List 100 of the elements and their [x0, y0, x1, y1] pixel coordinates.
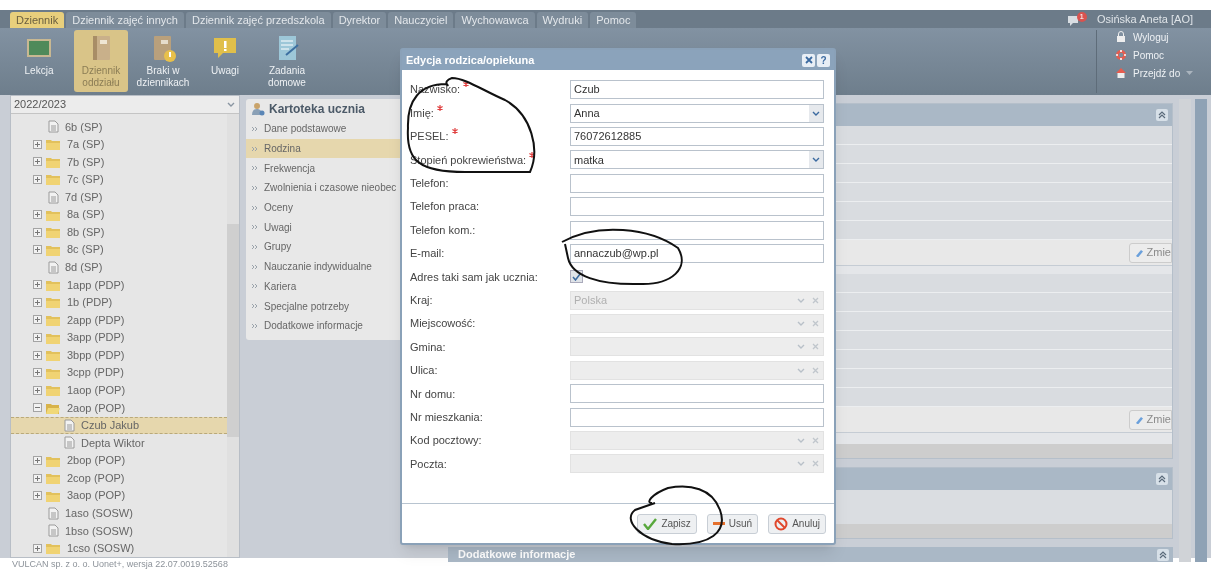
dialog-button[interactable]: Zapisz: [637, 513, 697, 534]
tab[interactable]: Wychowawca: [455, 12, 535, 28]
expand-toggle-icon[interactable]: [33, 297, 42, 307]
year-select[interactable]: 2022/2023: [11, 96, 239, 114]
tree-item[interactable]: 7a (SP): [11, 135, 227, 154]
input-field[interactable]: annaczub@wp.pl: [570, 243, 824, 263]
collapse-button[interactable]: [1157, 548, 1169, 561]
expand-toggle-icon[interactable]: [33, 157, 42, 167]
collapse-button[interactable]: [1156, 473, 1168, 485]
scrollbar[interactable]: [1179, 99, 1191, 562]
tree-item[interactable]: Depta Wiktor: [11, 434, 227, 452]
tree-item[interactable]: 7c (SP): [11, 170, 227, 189]
input-field[interactable]: [570, 384, 824, 404]
dropdown-button[interactable]: [809, 104, 823, 122]
expand-toggle-icon[interactable]: [33, 315, 42, 325]
input-field[interactable]: [570, 220, 824, 240]
dialog-button[interactable]: Anuluj: [768, 513, 826, 534]
tree-item[interactable]: 2aop (POP): [11, 399, 227, 417]
tab[interactable]: Pomoc: [590, 12, 637, 28]
expand-toggle-icon[interactable]: [33, 227, 42, 237]
toolbar-button[interactable]: Uwagi: [198, 30, 252, 92]
dropdown-field[interactable]: Anna: [570, 103, 824, 123]
nav-item[interactable]: Dane podstawowe: [246, 119, 408, 139]
tree-item[interactable]: 2cop (POP): [11, 469, 227, 487]
edit-button[interactable]: Zmie: [1128, 242, 1172, 263]
menu-link[interactable]: Wyloguj: [1115, 29, 1203, 45]
nav-item[interactable]: Kariera: [246, 276, 408, 297]
double-chevron-right-icon: [251, 165, 258, 172]
toolbar-button[interactable]: Braki w dziennikach: [136, 30, 190, 92]
tab[interactable]: Wydruki: [536, 12, 589, 28]
scrollbar[interactable]: [227, 114, 239, 557]
tab[interactable]: Dziennik: [10, 12, 65, 28]
tree-item[interactable]: 1aop (POP): [11, 381, 227, 399]
tree-item[interactable]: 7b (SP): [11, 153, 227, 171]
dropdown-field[interactable]: matka: [570, 150, 824, 170]
expand-toggle-icon[interactable]: [33, 543, 42, 553]
nav-item[interactable]: Nauczanie indywidualne: [246, 256, 408, 277]
nav-item[interactable]: Oceny: [246, 197, 408, 218]
tree-item[interactable]: 2bop (POP): [11, 451, 227, 470]
tree-item[interactable]: 8c (SP): [11, 240, 227, 259]
expand-toggle-icon[interactable]: [33, 350, 42, 360]
tree-item[interactable]: 1cso (SOSW): [11, 539, 227, 557]
tree-item[interactable]: Czub Jakub: [11, 416, 227, 435]
double-chevron-right-icon: [251, 125, 258, 132]
expand-toggle-icon[interactable]: [33, 368, 42, 378]
expand-toggle-icon[interactable]: [33, 280, 42, 290]
expand-toggle-icon[interactable]: [33, 139, 42, 149]
chat-icon[interactable]: [1066, 15, 1080, 26]
expand-toggle-icon[interactable]: [33, 245, 42, 255]
input-field[interactable]: Czub: [570, 80, 824, 100]
tree-item[interactable]: 8b (SP): [11, 223, 227, 241]
tree-item[interactable]: 6b (SP): [11, 118, 227, 136]
toolbar-button[interactable]: Lekcja: [12, 30, 66, 92]
tree-item[interactable]: 8a (SP): [11, 205, 227, 224]
input-field[interactable]: [570, 173, 824, 193]
dropdown-button[interactable]: [809, 151, 823, 169]
nav-item[interactable]: Frekwencja: [246, 158, 408, 179]
expand-toggle-icon[interactable]: [33, 385, 42, 395]
chevron-down-icon[interactable]: [227, 102, 235, 107]
expand-toggle-icon[interactable]: [33, 491, 42, 501]
tree-item[interactable]: 3cpp (PDP): [11, 363, 227, 382]
folder-icon: [45, 137, 61, 152]
nav-item[interactable]: Grupy: [246, 237, 408, 257]
dialog-button[interactable]: Usuń: [706, 513, 759, 534]
input-field[interactable]: [570, 197, 824, 217]
tab[interactable]: Dziennik zajęć innych: [66, 12, 184, 28]
tree-item[interactable]: 1bso (SOSW): [11, 521, 227, 540]
expand-toggle-icon[interactable]: [33, 174, 42, 184]
nav-item[interactable]: Zwolnienia i czasowe nieobec: [246, 178, 408, 198]
tab[interactable]: Dyrektor: [332, 12, 387, 28]
tree-item[interactable]: 1aso (SOSW): [11, 504, 227, 522]
expand-toggle-icon[interactable]: [33, 333, 42, 343]
help-button[interactable]: ?: [817, 53, 830, 67]
tree-item[interactable]: 1app (PDP): [11, 276, 227, 294]
tab[interactable]: Dziennik zajęć przedszkola: [185, 12, 331, 28]
edit-button[interactable]: Zmie: [1128, 409, 1172, 430]
input-field[interactable]: [570, 407, 824, 427]
tab[interactable]: Nauczyciel: [388, 12, 454, 28]
field-label: E-mail:: [410, 246, 445, 262]
collapse-toggle-icon[interactable]: [33, 403, 42, 413]
expand-toggle-icon[interactable]: [33, 210, 42, 220]
document-icon: [48, 190, 59, 204]
tree-item[interactable]: 7d (SP): [11, 188, 227, 206]
tree-item[interactable]: 1b (PDP): [11, 293, 227, 312]
tree-item[interactable]: 3bpp (PDP): [11, 346, 227, 364]
tree-item[interactable]: 8d (SP): [11, 258, 227, 277]
collapse-button[interactable]: [1156, 109, 1168, 121]
nav-item[interactable]: Dodatkowe informacje: [246, 315, 408, 336]
close-button[interactable]: [802, 53, 815, 67]
tree-item[interactable]: 3app (PDP): [11, 328, 227, 347]
menu-link[interactable]: Przejdź do: [1115, 65, 1203, 81]
nav-item[interactable]: Uwagi: [246, 217, 408, 238]
menu-link[interactable]: Pomoc: [1115, 47, 1203, 63]
expand-toggle-icon[interactable]: [33, 473, 42, 483]
tree-item[interactable]: 2app (PDP): [11, 311, 227, 329]
tree-item[interactable]: 3aop (POP): [11, 486, 227, 505]
expand-toggle-icon[interactable]: [33, 456, 42, 465]
toolbar-button[interactable]: Zadania domowe: [260, 30, 314, 92]
nav-item[interactable]: Specjalne potrzeby: [246, 296, 408, 316]
input-field[interactable]: 76072612885: [570, 126, 824, 146]
